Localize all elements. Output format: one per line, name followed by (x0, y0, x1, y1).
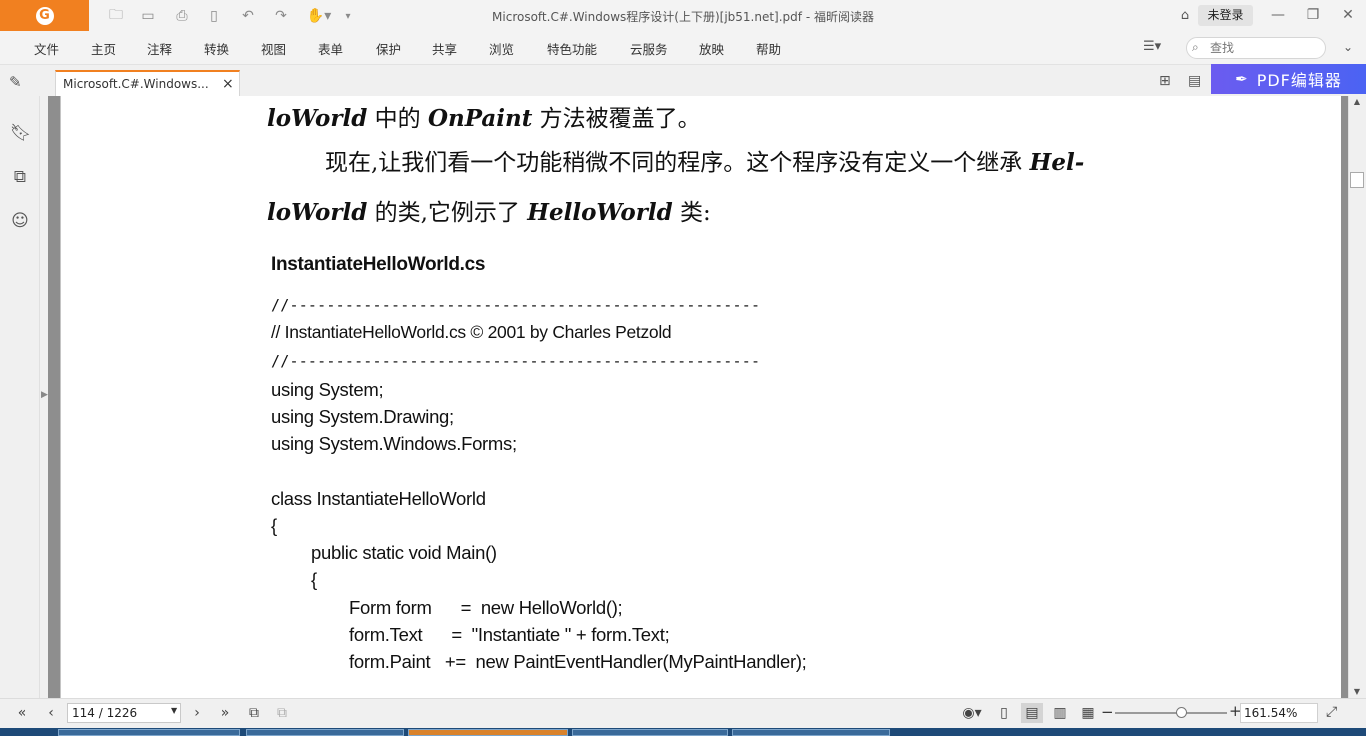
menu-help[interactable]: 帮助 (756, 39, 781, 58)
text-line-1: loWorld 中的 OnPaint 方法被覆盖了。 (267, 105, 701, 132)
pen-icon: ✒ (1235, 70, 1249, 88)
minimize-button[interactable]: — (1263, 4, 1293, 26)
first-page-icon[interactable]: « (11, 703, 33, 723)
redo-icon[interactable]: ↷ (270, 5, 292, 27)
code-line: form.Paint += new PaintEventHandler(MyPa… (349, 651, 807, 672)
print-icon[interactable]: ⎙ (171, 5, 193, 27)
tab-close-icon[interactable]: × (222, 76, 234, 92)
user-icon: ⌂ (1180, 7, 1190, 23)
sidebar-expand-icon[interactable]: ▶ (41, 390, 48, 400)
app-logo[interactable]: G (0, 0, 89, 31)
read-mode-icon[interactable]: ◉▾ (957, 703, 987, 723)
zoom-out-icon[interactable]: − (1101, 703, 1114, 721)
pages-thumbnail-icon[interactable]: ⧉ (10, 167, 30, 189)
menu-protect[interactable]: 保护 (376, 39, 401, 58)
eraser-icon[interactable]: ✎ (9, 73, 22, 91)
grid-view-icon[interactable]: ⊞ (1159, 73, 1177, 91)
next-page-icon[interactable]: › (186, 703, 208, 723)
menu-cloud[interactable]: 云服务 (630, 39, 668, 58)
menu-convert[interactable]: 转换 (204, 39, 229, 58)
login-button[interactable]: 未登录 (1198, 5, 1253, 26)
code-line: //--------------------------------------… (271, 296, 761, 314)
panel-toggle-icon[interactable]: ▤ (1188, 73, 1206, 91)
page-dropdown-icon[interactable]: ▼ (171, 706, 177, 715)
scrollbar-thumb[interactable] (1350, 172, 1364, 188)
menu-features[interactable]: 特色功能 (547, 39, 597, 58)
single-page-icon[interactable]: ▯ (993, 703, 1015, 723)
code-line: { (271, 515, 277, 536)
menu-slideshow[interactable]: 放映 (699, 39, 724, 58)
code-line: { (311, 569, 317, 590)
taskbar-item[interactable] (408, 729, 568, 736)
last-page-icon[interactable]: » (214, 703, 236, 723)
pdf-editor-button[interactable]: ✒ PDF编辑器 (1211, 64, 1366, 94)
menu-file[interactable]: 文件 (34, 39, 59, 58)
search-mode-dropdown-icon[interactable]: ☰▾ (1143, 39, 1179, 57)
zoom-slider-handle[interactable] (1176, 707, 1187, 718)
menu-comment[interactable]: 注释 (147, 39, 172, 58)
code-line: using System.Drawing; (271, 406, 454, 427)
open-folder-icon[interactable]: 🗀 (105, 5, 127, 27)
scroll-down-icon[interactable]: ▼ (1350, 687, 1364, 696)
previous-page-icon[interactable]: ‹ (40, 703, 62, 723)
previous-view-icon[interactable]: ⧉ (243, 703, 265, 723)
chevron-down-icon[interactable]: ⌄ (1343, 40, 1353, 54)
pdf-page: loWorld 中的 OnPaint 方法被覆盖了。 现在,让我们看一个功能稍微… (60, 96, 1341, 698)
zoom-slider[interactable] (1115, 712, 1227, 714)
taskbar-item[interactable] (572, 729, 728, 736)
code-heading: InstantiateHelloWorld.cs (271, 254, 486, 275)
taskbar-item[interactable] (732, 729, 890, 736)
save-icon[interactable]: ▭ (137, 5, 159, 27)
code-line: form.Text = "Instantiate " + form.Text; (349, 624, 670, 645)
text-line-3: loWorld 的类,它例示了 HelloWorld 类: (267, 199, 711, 226)
scroll-up-icon[interactable]: ▲ (1350, 97, 1364, 106)
fullscreen-icon[interactable]: ⤢ (1326, 704, 1337, 720)
code-line: //--------------------------------------… (271, 352, 761, 370)
customize-quick-access-icon[interactable]: ▾ (337, 5, 359, 27)
text-line-2: 现在,让我们看一个功能稍微不同的程序。这个程序没有定义一个继承 Hel- (325, 149, 1085, 176)
pdf-editor-label: PDF编辑器 (1256, 71, 1342, 90)
new-document-icon[interactable]: ▯ (203, 5, 225, 27)
code-line: using System.Windows.Forms; (271, 433, 517, 454)
taskbar-item[interactable] (58, 729, 240, 736)
foxit-logo-icon: G (35, 6, 54, 25)
code-line: using System; (271, 379, 384, 400)
facing-page-icon[interactable]: ▥ (1049, 703, 1071, 723)
hand-tool-icon[interactable]: ✋▾ (305, 5, 333, 27)
code-line: public static void Main() (311, 542, 497, 563)
menu-home[interactable]: 主页 (91, 39, 116, 58)
continuous-page-icon[interactable]: ▤ (1021, 703, 1043, 723)
menu-view[interactable]: 视图 (261, 39, 286, 58)
close-window-button[interactable]: ✕ (1333, 4, 1363, 26)
comments-icon[interactable]: ☺ (10, 211, 30, 233)
bookmark-icon[interactable]: 🔖︎ (10, 123, 32, 145)
code-line: class InstantiateHelloWorld (271, 488, 486, 509)
menu-browse[interactable]: 浏览 (489, 39, 514, 58)
window-title: Microsoft.C#.Windows程序设计(上下册)[jb51.net].… (492, 10, 874, 24)
code-line: Form form = new HelloWorld(); (349, 597, 623, 618)
page-number-input[interactable]: 114 / 1226 (67, 703, 181, 723)
zoom-level-input[interactable]: 161.54% (1240, 703, 1318, 723)
menu-share[interactable]: 共享 (432, 39, 457, 58)
restore-button[interactable]: ❐ (1298, 4, 1328, 26)
continuous-facing-icon[interactable]: ▦ (1077, 703, 1099, 723)
menu-form[interactable]: 表单 (318, 39, 343, 58)
document-tab-label: Microsoft.C#.Windows... (63, 77, 208, 91)
taskbar-item[interactable] (246, 729, 404, 736)
code-line: // InstantiateHelloWorld.cs © 2001 by Ch… (271, 322, 672, 342)
next-view-icon[interactable]: ⧉ (271, 703, 293, 723)
search-icon: ⌕ (1192, 40, 1199, 54)
undo-icon[interactable]: ↶ (237, 5, 259, 27)
search-input[interactable] (1210, 40, 1320, 56)
